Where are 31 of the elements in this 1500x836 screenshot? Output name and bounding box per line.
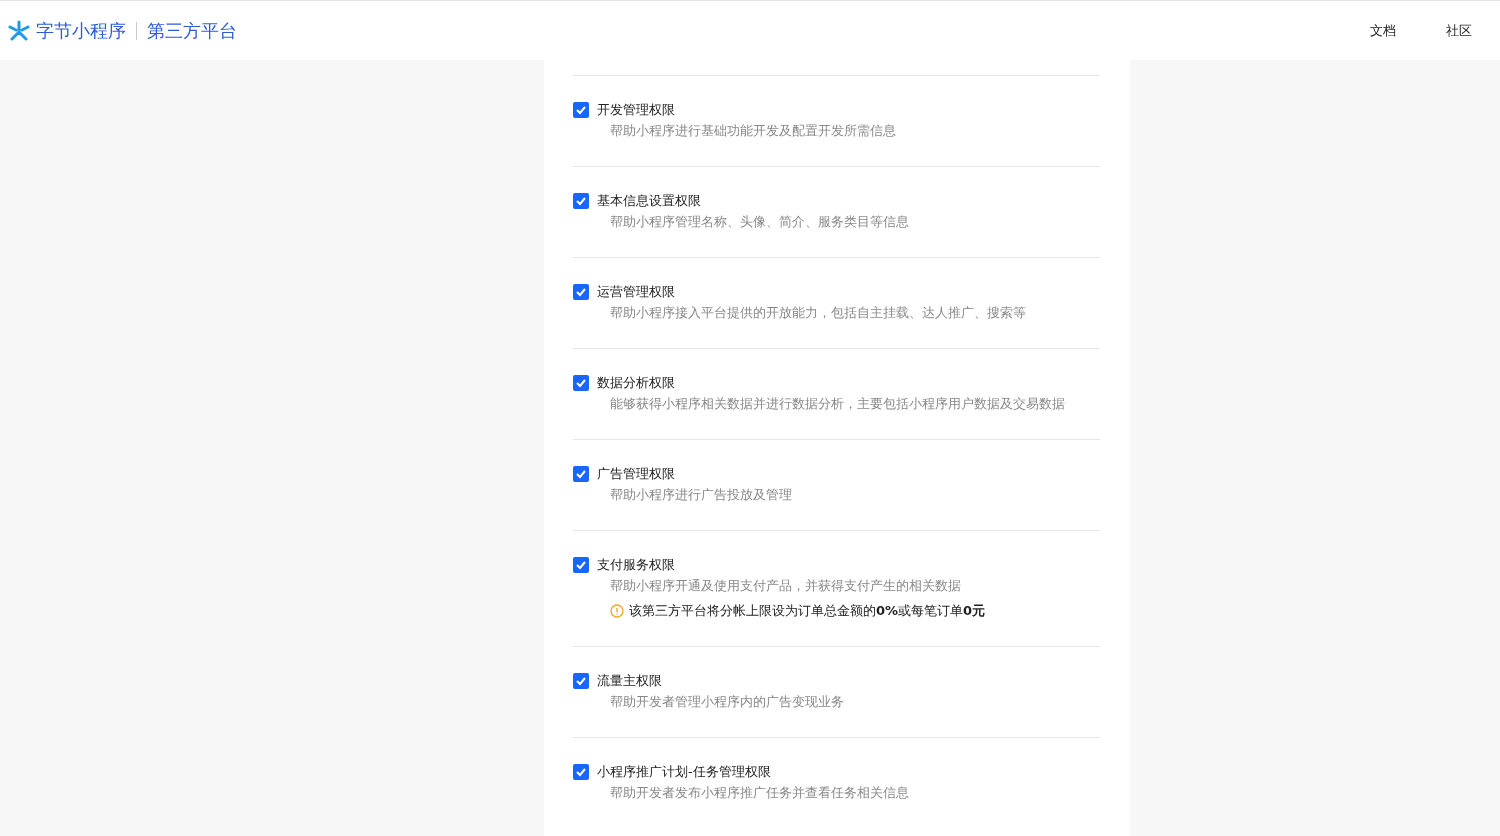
permission-title: 广告管理权限 [597,465,675,483]
permission-description: 能够获得小程序相关数据并进行数据分析，主要包括小程序用户数据及交易数据 [610,395,1066,413]
nav-link[interactable]: 社区 [1446,21,1472,40]
permission-description: 帮助小程序接入平台提供的开放能力，包括自主挂载、达人推广、搜索等 [610,304,1027,322]
brand-name: 字节小程序 [36,18,126,43]
checkbox[interactable] [573,375,589,391]
notice-text: 该第三方平台将分帐上限设为订单总金额的0%或每笔订单0元 [629,602,986,620]
permission-description: 帮助开发者管理小程序内的广告变现业务 [610,693,845,711]
platform-name: 第三方平台 [147,18,237,43]
checkbox[interactable] [573,102,589,118]
checkbox[interactable] [573,284,589,300]
checkbox[interactable] [573,466,589,482]
permission-description: 帮助小程序管理名称、头像、简介、服务类目等信息 [610,213,910,231]
checkbox[interactable] [573,764,589,780]
info-icon [610,604,624,618]
permission-title: 流量主权限 [597,672,662,690]
checkbox[interactable] [573,673,589,689]
permission-description: 帮助小程序开通及使用支付产品，并获得支付产生的相关数据 [610,577,962,595]
permission-description: 帮助开发者发布小程序推广任务并查看任务相关信息 [610,784,910,802]
permission-title: 基本信息设置权限 [597,192,701,210]
checkbox[interactable] [573,193,589,209]
checkbox[interactable] [573,557,589,573]
permission-title: 运营管理权限 [597,283,675,301]
permission-title: 开发管理权限 [597,101,675,119]
permission-title: 小程序推广计划-任务管理权限 [597,763,771,781]
logo-icon [8,19,30,42]
nav-link[interactable]: 文档 [1370,21,1396,40]
permission-description: 帮助小程序进行基础功能开发及配置开发所需信息 [610,122,897,140]
permission-title: 支付服务权限 [597,556,675,574]
permission-title: 数据分析权限 [597,374,675,392]
permission-description: 帮助小程序进行广告投放及管理 [610,486,793,504]
